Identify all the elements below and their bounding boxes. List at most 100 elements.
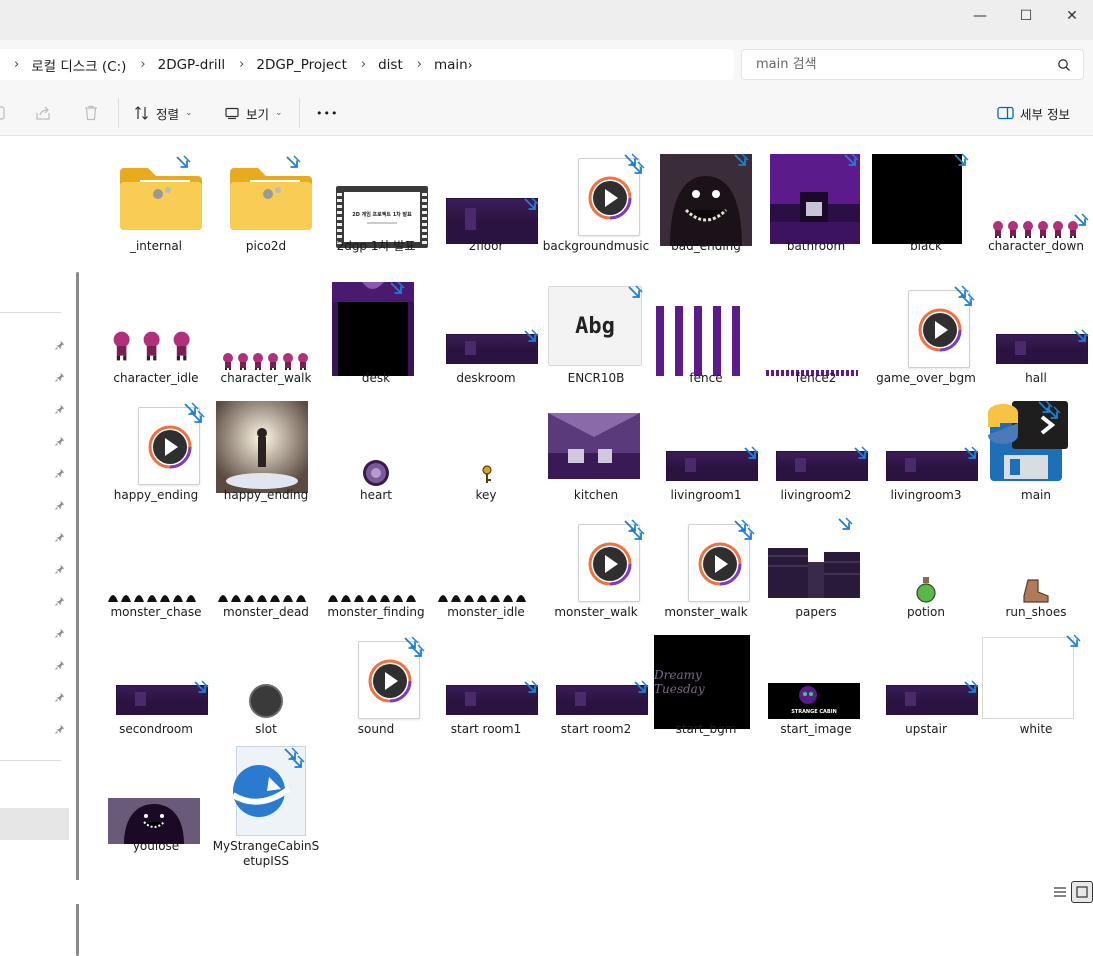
file-item[interactable]: potion bbox=[872, 510, 980, 626]
large-icons-view-button[interactable] bbox=[1071, 881, 1093, 903]
file-thumbnail[interactable] bbox=[652, 276, 760, 376]
pin-icon[interactable] bbox=[55, 628, 65, 638]
file-item[interactable]: fence bbox=[652, 276, 760, 392]
chevron-right-icon[interactable]: › bbox=[468, 58, 473, 72]
file-thumbnail[interactable] bbox=[542, 144, 650, 236]
breadcrumb-item[interactable]: › 로컬 디스크 (C:) bbox=[0, 55, 126, 75]
more-options-button[interactable]: ••• bbox=[316, 101, 338, 125]
file-thumbnail[interactable] bbox=[322, 276, 430, 376]
file-item[interactable]: monster_chase bbox=[102, 510, 210, 626]
file-thumbnail[interactable] bbox=[872, 276, 980, 368]
pin-icon[interactable] bbox=[55, 404, 65, 414]
pin-icon[interactable] bbox=[55, 500, 65, 510]
file-item[interactable]: heart bbox=[322, 393, 430, 509]
maximize-button[interactable]: ☐ bbox=[1003, 0, 1049, 32]
pin-icon[interactable] bbox=[55, 372, 65, 382]
file-thumbnail[interactable] bbox=[982, 144, 1090, 238]
chevron-right-icon[interactable]: › bbox=[225, 57, 256, 72]
file-thumbnail[interactable] bbox=[212, 744, 320, 836]
file-thumbnail[interactable] bbox=[102, 744, 210, 844]
file-item[interactable]: upstair bbox=[872, 627, 980, 743]
pin-icon[interactable] bbox=[55, 724, 65, 734]
file-thumbnail[interactable] bbox=[652, 510, 760, 602]
file-thumbnail[interactable] bbox=[762, 510, 870, 600]
file-item[interactable]: main bbox=[982, 393, 1090, 509]
file-thumbnail[interactable] bbox=[102, 627, 210, 717]
file-thumbnail[interactable] bbox=[652, 144, 760, 246]
file-thumbnail[interactable] bbox=[212, 144, 320, 234]
file-thumbnail[interactable] bbox=[322, 627, 430, 719]
file-item[interactable]: STRANGE CABIN start_image bbox=[762, 627, 870, 743]
pin-icon[interactable] bbox=[55, 660, 65, 670]
file-thumbnail[interactable] bbox=[212, 393, 320, 493]
file-thumbnail[interactable] bbox=[102, 144, 210, 234]
file-item[interactable]: livingroom1 bbox=[652, 393, 760, 509]
file-thumbnail[interactable] bbox=[762, 276, 870, 376]
breadcrumb-item[interactable]: › 2DGP_Project bbox=[225, 57, 347, 73]
file-thumbnail[interactable] bbox=[762, 144, 870, 244]
file-thumbnail[interactable]: 2D 게임 프로젝트 1차 발표 bbox=[322, 144, 430, 248]
pin-icon[interactable] bbox=[55, 564, 65, 574]
pin-icon[interactable] bbox=[55, 468, 65, 478]
chevron-right-icon[interactable]: › bbox=[403, 57, 434, 72]
file-item[interactable]: papers bbox=[762, 510, 870, 626]
file-thumbnail[interactable] bbox=[322, 393, 430, 486]
file-item[interactable]: happy_ending bbox=[102, 393, 210, 509]
sort-button[interactable]: 정렬 ⌄ bbox=[134, 101, 193, 125]
delete-icon[interactable] bbox=[82, 104, 100, 122]
file-thumbnail[interactable] bbox=[322, 510, 430, 602]
file-thumbnail[interactable] bbox=[982, 627, 1090, 719]
file-thumbnail[interactable] bbox=[212, 276, 320, 370]
breadcrumb-item[interactable]: › dist bbox=[347, 57, 403, 73]
file-item[interactable]: start room2 bbox=[542, 627, 650, 743]
file-item[interactable]: monster_walk bbox=[542, 510, 650, 626]
file-thumbnail[interactable] bbox=[982, 276, 1090, 366]
pin-icon[interactable] bbox=[55, 340, 65, 350]
file-thumbnail[interactable] bbox=[762, 393, 870, 483]
share-partial-icon[interactable] bbox=[0, 106, 6, 120]
file-thumbnail[interactable] bbox=[432, 510, 540, 602]
nav-scrollbar[interactable] bbox=[76, 272, 79, 956]
file-item[interactable]: 2floor bbox=[432, 144, 540, 260]
file-thumbnail[interactable] bbox=[652, 393, 760, 483]
file-item[interactable]: happy_ending bbox=[212, 393, 320, 509]
file-item[interactable]: character_idle bbox=[102, 276, 210, 392]
pin-icon[interactable] bbox=[55, 596, 65, 606]
file-thumbnail[interactable] bbox=[542, 393, 650, 483]
file-thumbnail[interactable] bbox=[982, 510, 1090, 603]
chevron-right-icon[interactable]: › bbox=[0, 57, 31, 72]
file-item[interactable]: livingroom2 bbox=[762, 393, 870, 509]
search-input[interactable] bbox=[756, 57, 1046, 72]
file-item[interactable]: white bbox=[982, 627, 1090, 743]
file-item[interactable]: kitchen bbox=[542, 393, 650, 509]
file-item[interactable]: slot bbox=[212, 627, 320, 743]
minimize-button[interactable]: — bbox=[957, 0, 1003, 32]
file-item[interactable]: bathroom bbox=[762, 144, 870, 260]
view-button[interactable]: 보기 ⌄ bbox=[224, 101, 283, 125]
file-item[interactable]: Abg ENCR10B bbox=[542, 276, 650, 392]
nav-selected-item[interactable] bbox=[0, 808, 69, 840]
file-item[interactable]: fence2 bbox=[762, 276, 870, 392]
file-item[interactable]: desk bbox=[322, 276, 430, 392]
file-thumbnail[interactable]: Abg bbox=[542, 276, 650, 366]
file-item[interactable]: pico2d bbox=[212, 144, 320, 260]
file-item[interactable]: monster_finding bbox=[322, 510, 430, 626]
file-thumbnail[interactable] bbox=[432, 393, 540, 483]
pin-icon[interactable] bbox=[55, 436, 65, 446]
pin-icon[interactable] bbox=[55, 532, 65, 542]
chevron-right-icon[interactable]: › bbox=[347, 57, 378, 72]
file-item[interactable]: black bbox=[872, 144, 980, 260]
file-item[interactable]: sound bbox=[322, 627, 430, 743]
file-item[interactable]: livingroom3 bbox=[872, 393, 980, 509]
file-thumbnail[interactable] bbox=[982, 393, 1090, 483]
file-item[interactable]: MyStrangeCabinSetupISS bbox=[212, 744, 320, 868]
file-item[interactable]: character_walk bbox=[212, 276, 320, 392]
file-item[interactable]: deskroom bbox=[432, 276, 540, 392]
details-pane-button[interactable]: 세부 정보 bbox=[997, 101, 1070, 125]
search-box[interactable] bbox=[741, 49, 1084, 80]
breadcrumb[interactable]: › 로컬 디스크 (C:) › 2DGP-drill › 2DGP_Project › dis… bbox=[0, 49, 734, 80]
file-item[interactable]: bad_ending bbox=[652, 144, 760, 260]
file-thumbnail[interactable] bbox=[542, 627, 650, 717]
file-thumbnail[interactable]: Dreamy Tuesday bbox=[652, 627, 760, 729]
share-icon[interactable] bbox=[34, 104, 52, 122]
